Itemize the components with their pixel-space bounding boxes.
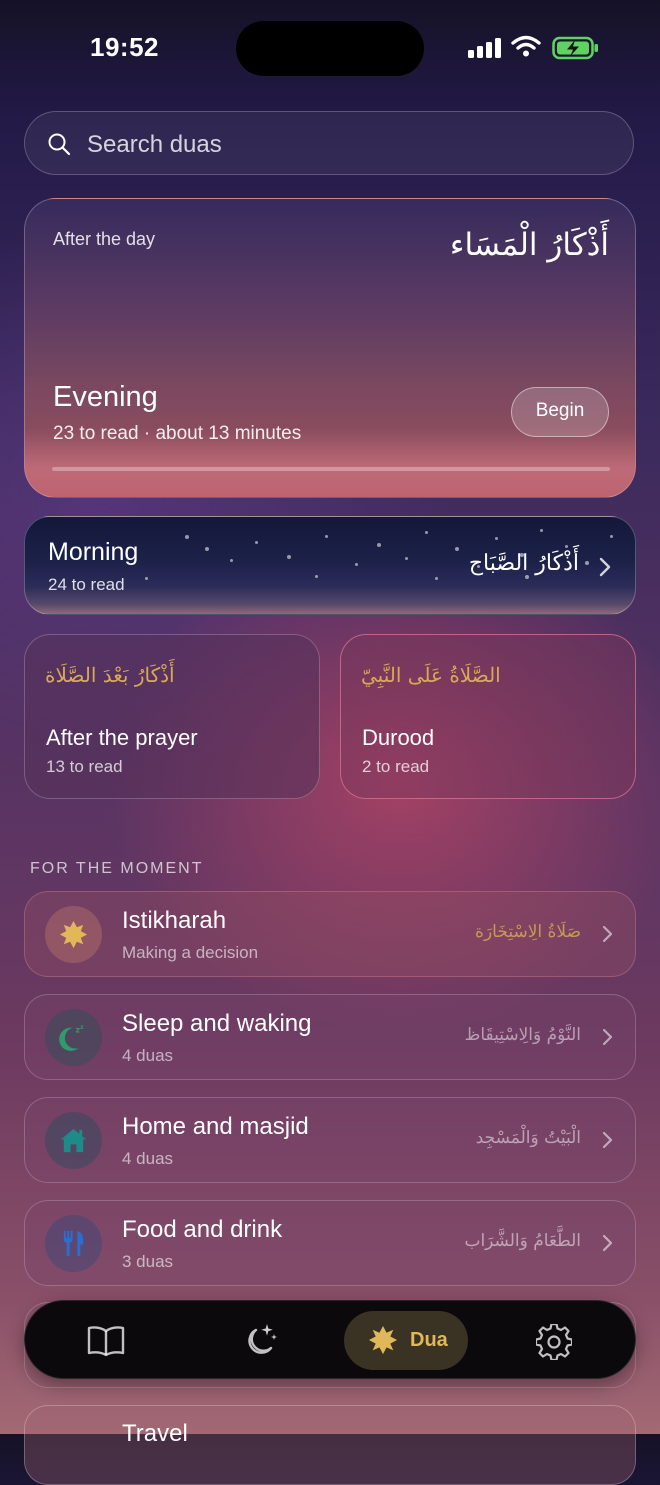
cellular-signal-icon: [468, 38, 502, 58]
tab-dua-label: Dua: [410, 1329, 448, 1351]
list-item-title: Home and masjid: [122, 1113, 309, 1140]
list-item-title: Sleep and waking: [122, 1010, 312, 1037]
utensils-icon: [63, 1230, 84, 1257]
list-item-arabic: النَّوْمُ وَالِاسْتِيقَاظ: [464, 1025, 581, 1045]
star-dot: [565, 545, 568, 548]
chevron-right-icon: [602, 1234, 613, 1252]
search-icon: [48, 133, 71, 156]
star-dot: [425, 531, 428, 534]
search-bar[interactable]: [24, 111, 634, 175]
list-item-title: Food and drink: [122, 1216, 283, 1243]
chevron-right-icon: [599, 557, 611, 577]
list-item-subtitle: 3 duas: [122, 1252, 174, 1271]
star-dot: [377, 543, 381, 547]
svg-text:z: z: [80, 1025, 84, 1031]
star-dot: [405, 557, 408, 560]
star-dot: [355, 563, 358, 566]
hero-title: Evening: [53, 381, 158, 413]
tab-settings[interactable]: [515, 1301, 595, 1380]
hero-subtitle: 23 to read · about 13 minutes: [53, 423, 302, 444]
after-prayer-card[interactable]: أَذْكَارُ بَعْدَ الصَّلَاة After the pra…: [24, 634, 320, 799]
star-dot: [520, 553, 524, 557]
list-item-food-and-drink[interactable]: Food and drink 3 duas الطَّعَامُ وَالشَّ…: [24, 1200, 636, 1286]
home-icon: [60, 1128, 87, 1153]
tile-title: Durood: [362, 725, 435, 750]
istikharah-icon-badge: [45, 906, 102, 963]
food-icon-badge: [45, 1215, 102, 1272]
evening-adhkar-card[interactable]: After the day أَذْكَارُ الْمَسَاء Evenin…: [24, 198, 636, 498]
chevron-right-icon: [602, 1131, 613, 1149]
section-label-for-the-moment: FOR THE MOMENT: [30, 860, 204, 877]
tab-night[interactable]: [225, 1301, 305, 1380]
book-icon: [87, 1326, 125, 1357]
tile-subtitle: 13 to read: [46, 757, 123, 776]
star-dot: [255, 541, 258, 544]
list-item-istikharah[interactable]: Istikharah Making a decision صَلَاةُ الِ…: [24, 891, 636, 977]
moon-stars-icon: [248, 1324, 277, 1354]
list-item-subtitle: 4 duas: [122, 1149, 174, 1168]
battery-charging-icon: [552, 36, 598, 60]
list-item-arabic: صَلَاةُ الِاسْتِخَارَة: [475, 922, 581, 942]
list-item-home-and-masjid[interactable]: Home and masjid 4 duas الْبَيْتُ وَالْمَ…: [24, 1097, 636, 1183]
dynamic-island: [236, 21, 424, 76]
durood-card[interactable]: الصَّلَاةُ عَلَى النَّبِيّ Durood 2 to r…: [340, 634, 636, 799]
tile-arabic-title: الصَّلَاةُ عَلَى النَّبِيّ: [361, 663, 501, 687]
list-item-subtitle: Making a decision: [122, 943, 259, 962]
star-dot: [287, 555, 291, 559]
morning-subtitle: 24 to read: [48, 575, 125, 594]
wifi-icon: [511, 35, 541, 57]
star-dot: [585, 561, 589, 565]
hero-kicker: After the day: [53, 229, 156, 249]
search-input[interactable]: [85, 126, 609, 164]
begin-button[interactable]: Begin: [511, 387, 609, 437]
star-dot: [540, 529, 543, 532]
tab-dua[interactable]: Dua: [344, 1311, 468, 1370]
star-dot: [185, 535, 189, 539]
star-dot: [435, 577, 438, 580]
status-time: 19:52: [90, 32, 159, 62]
gear-icon: [536, 1324, 572, 1360]
star-dot: [315, 575, 318, 578]
list-item-sleep-and-waking[interactable]: z z Sleep and waking 4 duas النَّوْمُ وَ…: [24, 994, 636, 1080]
star-dot: [477, 565, 480, 568]
hero-arabic-title: أَذْكَارُ الْمَسَاء: [449, 227, 609, 263]
status-bar: 19:52: [0, 0, 660, 96]
chevron-right-icon: [602, 925, 613, 943]
star-dot: [455, 547, 459, 551]
list-item-subtitle: 4 duas: [122, 1046, 174, 1065]
tab-library[interactable]: [77, 1301, 157, 1380]
list-item-arabic: الطَّعَامُ وَالشَّرَاب: [464, 1231, 581, 1251]
home-icon-badge: [45, 1112, 102, 1169]
moon-icon: z z: [59, 1025, 84, 1051]
tile-arabic-title: أَذْكَارُ بَعْدَ الصَّلَاة: [45, 663, 175, 687]
star-dot: [230, 559, 233, 562]
morning-title: Morning: [48, 538, 139, 566]
star-dot: [205, 547, 209, 551]
star-dot: [495, 537, 498, 540]
list-item-arabic: الْبَيْتُ وَالْمَسْجِد: [475, 1128, 581, 1148]
star-icon: [59, 920, 88, 949]
star-dot: [325, 535, 328, 538]
tab-bar: Dua: [24, 1300, 636, 1379]
tile-subtitle: 2 to read: [362, 757, 430, 776]
dua-star-icon: [368, 1325, 398, 1355]
hero-progress-bar: [52, 467, 610, 471]
chevron-right-icon: [602, 1028, 613, 1046]
morning-adhkar-card[interactable]: Morning 24 to read أَذْكَارُ الصَّبَاح: [24, 516, 636, 615]
tile-title: After the prayer: [46, 725, 198, 750]
list-item-title: Istikharah: [122, 907, 227, 934]
star-dot: [145, 577, 148, 580]
list-item-travel[interactable]: Travel: [24, 1405, 636, 1485]
star-dot: [525, 575, 529, 579]
star-dot: [610, 535, 613, 538]
sleep-icon-badge: z z: [45, 1009, 102, 1066]
list-item-title: Travel: [122, 1420, 188, 1447]
